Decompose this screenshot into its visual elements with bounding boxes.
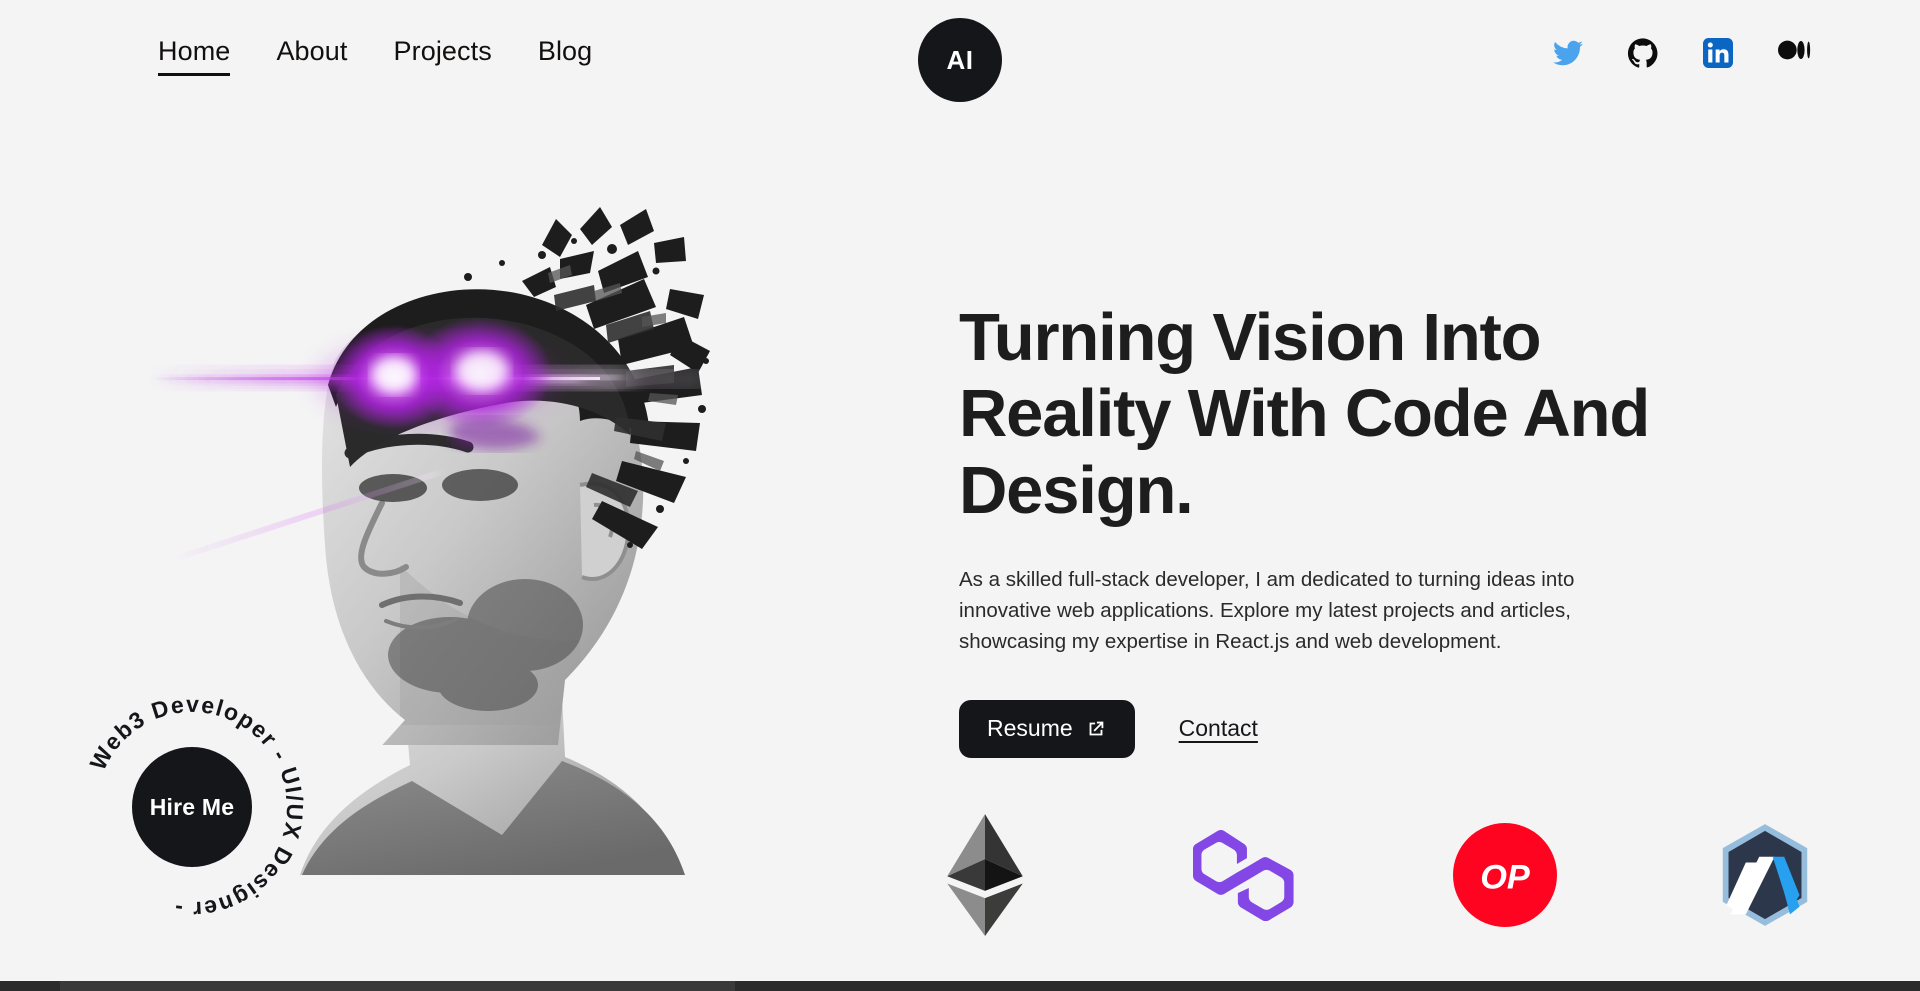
- hero-description: As a skilled full-stack developer, I am …: [959, 568, 1575, 654]
- main-navigation: Home About Projects Blog: [158, 36, 592, 76]
- site-logo-text: AI: [946, 44, 974, 75]
- hire-me-badge[interactable]: Web3 Developer - UI/UX Designer - Hire M…: [75, 690, 309, 924]
- blockchain-logos: OP: [930, 814, 1830, 936]
- hire-me-core[interactable]: Hire Me: [132, 747, 252, 867]
- linkedin-icon[interactable]: [1703, 38, 1733, 68]
- optimism-icon[interactable]: OP: [1450, 820, 1560, 930]
- portfolio-landing-page: Home About Projects Blog AI Web3 Develop…: [0, 0, 1920, 991]
- polygon-icon[interactable]: [1190, 820, 1300, 930]
- hero-actions: Resume Contact: [959, 699, 1749, 758]
- ethereum-icon[interactable]: [930, 814, 1040, 936]
- page-bottom-bar: [0, 981, 1920, 991]
- resume-button[interactable]: Resume: [959, 699, 1135, 758]
- site-logo[interactable]: AI: [918, 18, 1002, 102]
- twitter-icon[interactable]: [1553, 38, 1583, 68]
- arbitrum-icon[interactable]: [1710, 820, 1820, 930]
- hire-me-label: Hire Me: [149, 793, 235, 820]
- social-links: [1553, 38, 1811, 68]
- hero-content: Turning Vision Into Reality With Code An…: [959, 300, 1749, 758]
- external-link-icon: [1089, 721, 1103, 736]
- nav-item-blog[interactable]: Blog: [538, 36, 592, 73]
- optimism-label: OP: [1480, 859, 1530, 897]
- nav-item-projects[interactable]: Projects: [394, 36, 492, 73]
- medium-icon[interactable]: [1778, 38, 1811, 68]
- nav-item-home[interactable]: Home: [158, 36, 231, 76]
- horizontal-scrollbar-thumb[interactable]: [60, 981, 735, 991]
- contact-link[interactable]: Contact: [1179, 715, 1258, 742]
- resume-button-label: Resume: [987, 715, 1073, 742]
- nav-item-about[interactable]: About: [276, 36, 347, 73]
- site-header: Home About Projects Blog AI: [0, 0, 1920, 120]
- github-icon[interactable]: [1627, 38, 1658, 68]
- page-title: Turning Vision Into Reality With Code An…: [959, 300, 1650, 528]
